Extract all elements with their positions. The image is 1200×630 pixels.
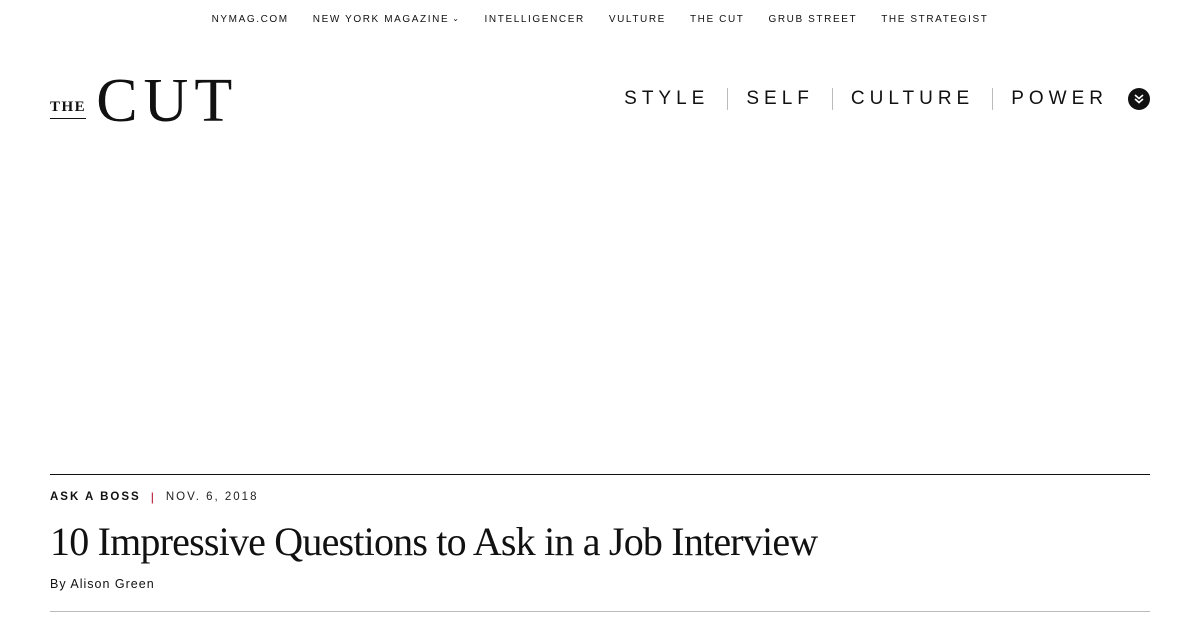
- rubric-link[interactable]: ASK A BOSS: [50, 491, 141, 503]
- network-link-label: INTELLIGENCER: [484, 13, 585, 25]
- masthead: THE CUT STYLE SELF CULTURE POWER: [50, 60, 1150, 140]
- rubric-separator: |: [150, 490, 156, 504]
- network-links: NYMAG.COM NEW YORK MAGAZINE ⌄ INTELLIGENC…: [200, 14, 1001, 25]
- network-link-new-york-magazine[interactable]: NEW YORK MAGAZINE ⌄: [313, 14, 461, 25]
- the-cut-logo[interactable]: THE CUT: [50, 70, 238, 132]
- logo-the: THE: [50, 100, 87, 119]
- network-link-label: THE CUT: [689, 13, 745, 25]
- network-link-the-strategist[interactable]: THE STRATEGIST: [881, 14, 988, 25]
- section-nav: STYLE SELF CULTURE POWER: [606, 88, 1150, 110]
- author-link[interactable]: Alison Green: [70, 577, 154, 591]
- network-link-label: THE STRATEGIST: [881, 13, 989, 25]
- header-divider: [50, 611, 1150, 612]
- network-link-grub-street[interactable]: GRUB STREET: [768, 14, 857, 25]
- network-link-label: NEW YORK MAGAZINE: [312, 13, 450, 25]
- network-link-the-cut[interactable]: THE CUT: [690, 14, 745, 25]
- double-chevron-down-icon: [1134, 94, 1144, 104]
- network-bar: NYMAG.COM NEW YORK MAGAZINE ⌄ INTELLIGENC…: [0, 0, 1200, 38]
- nav-item-power[interactable]: POWER: [993, 88, 1124, 110]
- nav-item-self[interactable]: SELF: [728, 88, 833, 110]
- network-link-nymag[interactable]: NYMAG.COM: [212, 14, 289, 25]
- logo-cut: CUT: [96, 67, 239, 135]
- chevron-down-icon[interactable]: ⌄: [452, 14, 460, 23]
- network-link-intelligencer[interactable]: INTELLIGENCER: [485, 14, 585, 25]
- network-link-vulture[interactable]: VULTURE: [609, 14, 666, 25]
- publish-date: NOV. 6, 2018: [165, 491, 259, 503]
- network-link-label: NYMAG.COM: [211, 13, 289, 25]
- network-link-label: GRUB STREET: [768, 13, 858, 25]
- rubric-row: ASK A BOSS | NOV. 6, 2018: [50, 490, 1150, 504]
- byline-prefix: By: [50, 577, 67, 591]
- byline: By Alison Green: [50, 577, 1150, 591]
- menu-button[interactable]: [1128, 88, 1150, 110]
- nav-item-style[interactable]: STYLE: [606, 88, 729, 110]
- nav-item-culture[interactable]: CULTURE: [833, 88, 994, 110]
- network-link-label: VULTURE: [608, 13, 666, 25]
- article-header: ASK A BOSS | NOV. 6, 2018 10 Impressive …: [50, 474, 1150, 612]
- article-headline: 10 Impressive Questions to Ask in a Job …: [50, 519, 818, 564]
